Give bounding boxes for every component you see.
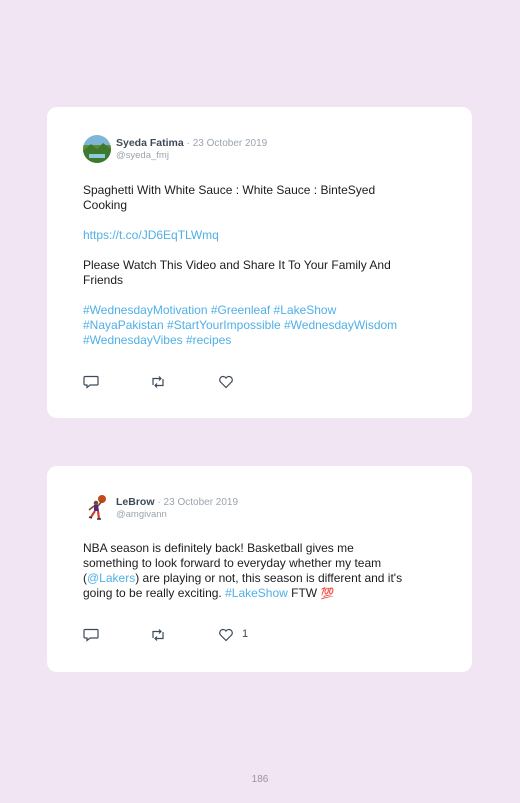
heart-icon[interactable] [218, 628, 234, 642]
like-count: 1 [242, 628, 249, 640]
author-name[interactable]: LeBrow [116, 496, 155, 508]
tweet-line: NBA season is definitely back! Basketbal… [83, 541, 354, 555]
tweet-text-fragment: FTW [287, 586, 321, 600]
retweet-icon[interactable] [150, 628, 166, 642]
tweet-line: Spaghetti With White Sauce : White Sauce… [83, 183, 376, 197]
hashtag-line[interactable]: #NayaPakistan #StartYourImpossible #Wedn… [83, 318, 443, 333]
tweet-line: Cooking [83, 198, 128, 212]
hashtag-line[interactable]: #WednesdayVibes #recipes [83, 333, 443, 348]
tweet-card: LeBrow · 23 October 2019 @amgivann NBA s… [47, 466, 472, 672]
tweet-date: · 23 October 2019 [157, 497, 239, 508]
hundred-points-emoji: 💯 [320, 588, 335, 600]
avatar[interactable] [83, 494, 111, 522]
mention-link[interactable]: @Lakers [87, 571, 135, 585]
author-name[interactable]: Syeda Fatima [116, 137, 184, 149]
avatar[interactable] [83, 135, 111, 163]
hashtag-line[interactable]: #WednesdayMotivation #Greenleaf #LakeSho… [83, 303, 443, 318]
reply-icon[interactable] [83, 375, 99, 389]
author-line: Syeda Fatima · 23 October 2019 [116, 137, 267, 149]
page-number: 186 [251, 774, 269, 785]
tweet-line: Friends [83, 273, 124, 287]
tweet-text-fragment: going to be really exciting. [83, 586, 226, 600]
tweet-date: · 23 October 2019 [186, 138, 268, 149]
hashtag-link[interactable]: #LakeShow [225, 586, 288, 600]
tweet-link[interactable]: https://t.co/JD6EqTLWmq [83, 228, 219, 242]
retweet-icon[interactable] [150, 375, 166, 389]
reply-icon[interactable] [83, 628, 99, 642]
tweet-text-fragment: ) are playing or not, this season is dif… [135, 571, 403, 585]
author-line: LeBrow · 23 October 2019 [116, 496, 238, 508]
tweet-text: Spaghetti With White Sauce : White Sauce… [83, 183, 443, 348]
heart-icon[interactable] [218, 375, 234, 389]
tweet-line: something to look forward to everyday wh… [83, 556, 382, 570]
author-handle[interactable]: @syeda_fmj [116, 150, 169, 161]
tweet-text: NBA season is definitely back! Basketbal… [83, 541, 453, 602]
tweet-card: Syeda Fatima · 23 October 2019 @syeda_fm… [47, 107, 472, 418]
author-handle[interactable]: @amgivann [116, 509, 167, 520]
tweet-line: Please Watch This Video and Share It To … [83, 258, 391, 272]
